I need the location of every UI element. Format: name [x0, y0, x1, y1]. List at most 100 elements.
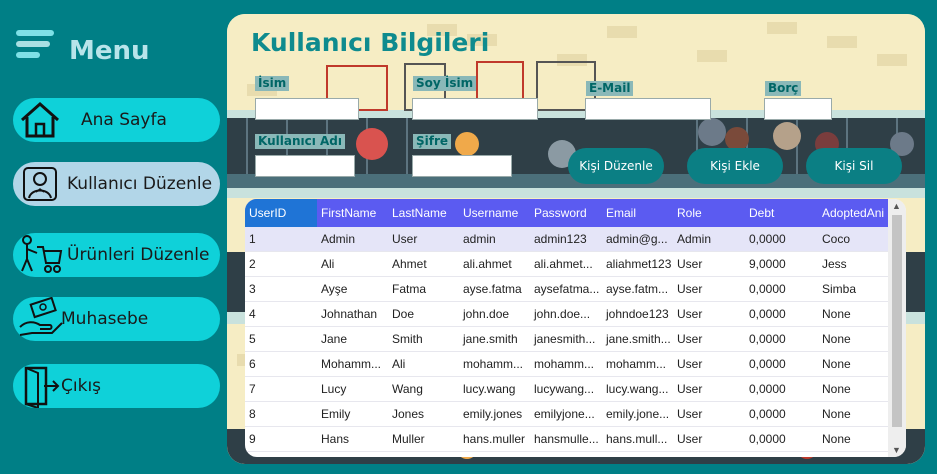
cell-role[interactable]: User	[673, 327, 745, 351]
cell-userid[interactable]: 4	[245, 302, 317, 326]
cell-username[interactable]: emily.jones	[459, 402, 530, 426]
column-header-password[interactable]: Password	[530, 199, 602, 227]
users-table[interactable]: UserID FirstName LastName Username Passw…	[245, 199, 906, 457]
sidebar-item-urunleri-duzenle[interactable]: Ürünleri Düzenle	[13, 233, 220, 277]
column-header-adoptedanimal[interactable]: AdoptedAni	[818, 199, 888, 227]
cell-firstname[interactable]: Ayşe	[317, 277, 388, 301]
cell-lastname[interactable]: Fatma	[388, 277, 459, 301]
cell-username[interactable]: ali.ahmet	[459, 252, 530, 276]
cell-debt[interactable]: 0,0000	[745, 427, 818, 451]
sidebar-item-kullanici-duzenle[interactable]: Kullanıcı Düzenle	[13, 162, 220, 206]
cell-email[interactable]: aliahmet123	[602, 252, 673, 276]
table-row[interactable]: 5 Jane Smith jane.smith janesmith... jane.smi…	[245, 327, 888, 352]
isim-field[interactable]	[255, 98, 359, 120]
cell-email[interactable]: mohamm...	[602, 352, 673, 376]
table-row[interactable]: 3 Ayşe Fatma ayse.fatma aysefatma... ayse.fat…	[245, 277, 888, 302]
cell-password[interactable]: lucywang...	[530, 377, 602, 401]
soyisim-field[interactable]	[412, 98, 538, 120]
delete-user-button[interactable]: Kişi Sil	[806, 148, 902, 184]
table-row[interactable]: 1 Admin User admin admin123 admin@g... Admin 0,…	[245, 227, 888, 252]
cell-lastname[interactable]: Muller	[388, 427, 459, 451]
cell-password[interactable]: emilyjone...	[530, 402, 602, 426]
kullanici-adi-field[interactable]	[255, 155, 355, 177]
cell-email[interactable]: lucy.wang...	[602, 377, 673, 401]
cell-lastname[interactable]: Ali	[388, 352, 459, 376]
cell-role[interactable]: User	[673, 302, 745, 326]
cell-username[interactable]: ayse.fatma	[459, 277, 530, 301]
cell-adoptedanimal[interactable]: None	[818, 302, 888, 326]
cell-username[interactable]: admin	[459, 227, 530, 251]
cell-adoptedanimal[interactable]: None	[818, 377, 888, 401]
cell-lastname[interactable]: Doe	[388, 302, 459, 326]
column-header-role[interactable]: Role	[673, 199, 745, 227]
cell-username[interactable]: mohamm...	[459, 352, 530, 376]
cell-adoptedanimal[interactable]: Coco	[818, 227, 888, 251]
add-user-button[interactable]: Kişi Ekle	[687, 148, 783, 184]
sifre-field[interactable]	[412, 155, 512, 177]
table-row[interactable]: 6 Mohamm... Ali mohamm... mohamm... mohamm...…	[245, 352, 888, 377]
sidebar-item-cikis[interactable]: Çıkış	[13, 364, 220, 408]
cell-username[interactable]: lucy.wang	[459, 377, 530, 401]
borc-field[interactable]	[764, 98, 832, 120]
cell-password[interactable]: john.doe...	[530, 302, 602, 326]
cell-userid[interactable]: 2	[245, 252, 317, 276]
cell-firstname[interactable]: Johnathan	[317, 302, 388, 326]
cell-password[interactable]: hansmulle...	[530, 427, 602, 451]
cell-lastname[interactable]: Smith	[388, 327, 459, 351]
cell-password[interactable]: ali.ahmet...	[530, 252, 602, 276]
column-header-firstname[interactable]: FirstName	[317, 199, 388, 227]
cell-firstname[interactable]: Hans	[317, 427, 388, 451]
cell-email[interactable]: johndoe123	[602, 302, 673, 326]
cell-firstname[interactable]: Admin	[317, 227, 388, 251]
cell-role[interactable]: Admin	[673, 227, 745, 251]
cell-debt[interactable]: 0,0000	[745, 327, 818, 351]
scroll-up-icon[interactable]: ▲	[892, 201, 901, 211]
cell-adoptedanimal[interactable]: None	[818, 427, 888, 451]
column-header-userid[interactable]: UserID	[245, 199, 317, 227]
cell-username[interactable]: jane.smith	[459, 327, 530, 351]
table-row[interactable]: 8 Emily Jones emily.jones emilyjone... emily.…	[245, 402, 888, 427]
cell-debt[interactable]: 0,0000	[745, 277, 818, 301]
cell-password[interactable]: janesmith...	[530, 327, 602, 351]
cell-password[interactable]: aysefatma...	[530, 277, 602, 301]
cell-lastname[interactable]: Jones	[388, 402, 459, 426]
cell-debt[interactable]: 9,0000	[745, 252, 818, 276]
cell-username[interactable]: hans.muller	[459, 427, 530, 451]
cell-email[interactable]: ayse.fatm...	[602, 277, 673, 301]
column-header-email[interactable]: Email	[602, 199, 673, 227]
cell-debt[interactable]: 0,0000	[745, 377, 818, 401]
hamburger-menu-icon[interactable]	[16, 30, 54, 62]
cell-debt[interactable]: 0,0000	[745, 227, 818, 251]
cell-adoptedanimal[interactable]: Simba	[818, 277, 888, 301]
cell-role[interactable]: User	[673, 427, 745, 451]
cell-adoptedanimal[interactable]: None	[818, 402, 888, 426]
cell-role[interactable]: User	[673, 377, 745, 401]
cell-email[interactable]: admin@g...	[602, 227, 673, 251]
cell-adoptedanimal[interactable]: None	[818, 352, 888, 376]
column-header-debt[interactable]: Debt	[745, 199, 818, 227]
table-row[interactable]: 9 Hans Muller hans.muller hansmulle... hans.m…	[245, 427, 888, 452]
cell-lastname[interactable]: Wang	[388, 377, 459, 401]
edit-user-button[interactable]: Kişi Düzenle	[568, 148, 664, 184]
email-field[interactable]	[585, 98, 711, 120]
cell-firstname[interactable]: Jane	[317, 327, 388, 351]
cell-role[interactable]: User	[673, 252, 745, 276]
cell-debt[interactable]: 0,0000	[745, 302, 818, 326]
cell-role[interactable]: User	[673, 352, 745, 376]
cell-userid[interactable]: 3	[245, 277, 317, 301]
cell-role[interactable]: User	[673, 402, 745, 426]
sidebar-item-ana-sayfa[interactable]: Ana Sayfa	[13, 98, 220, 142]
column-header-lastname[interactable]: LastName	[388, 199, 459, 227]
scrollbar-thumb[interactable]	[892, 215, 902, 427]
table-row[interactable]: 2 Ali Ahmet ali.ahmet ali.ahmet... aliahmet12…	[245, 252, 888, 277]
cell-email[interactable]: jane.smith...	[602, 327, 673, 351]
cell-adoptedanimal[interactable]: Jess	[818, 252, 888, 276]
sidebar-item-muhasebe[interactable]: Muhasebe	[13, 297, 220, 341]
vertical-scrollbar[interactable]: ▲ ▼	[888, 199, 906, 457]
cell-userid[interactable]: 9	[245, 427, 317, 451]
cell-userid[interactable]: 5	[245, 327, 317, 351]
cell-password[interactable]: mohamm...	[530, 352, 602, 376]
cell-firstname[interactable]: Lucy	[317, 377, 388, 401]
cell-userid[interactable]: 1	[245, 227, 317, 251]
cell-email[interactable]: hans.mull...	[602, 427, 673, 451]
